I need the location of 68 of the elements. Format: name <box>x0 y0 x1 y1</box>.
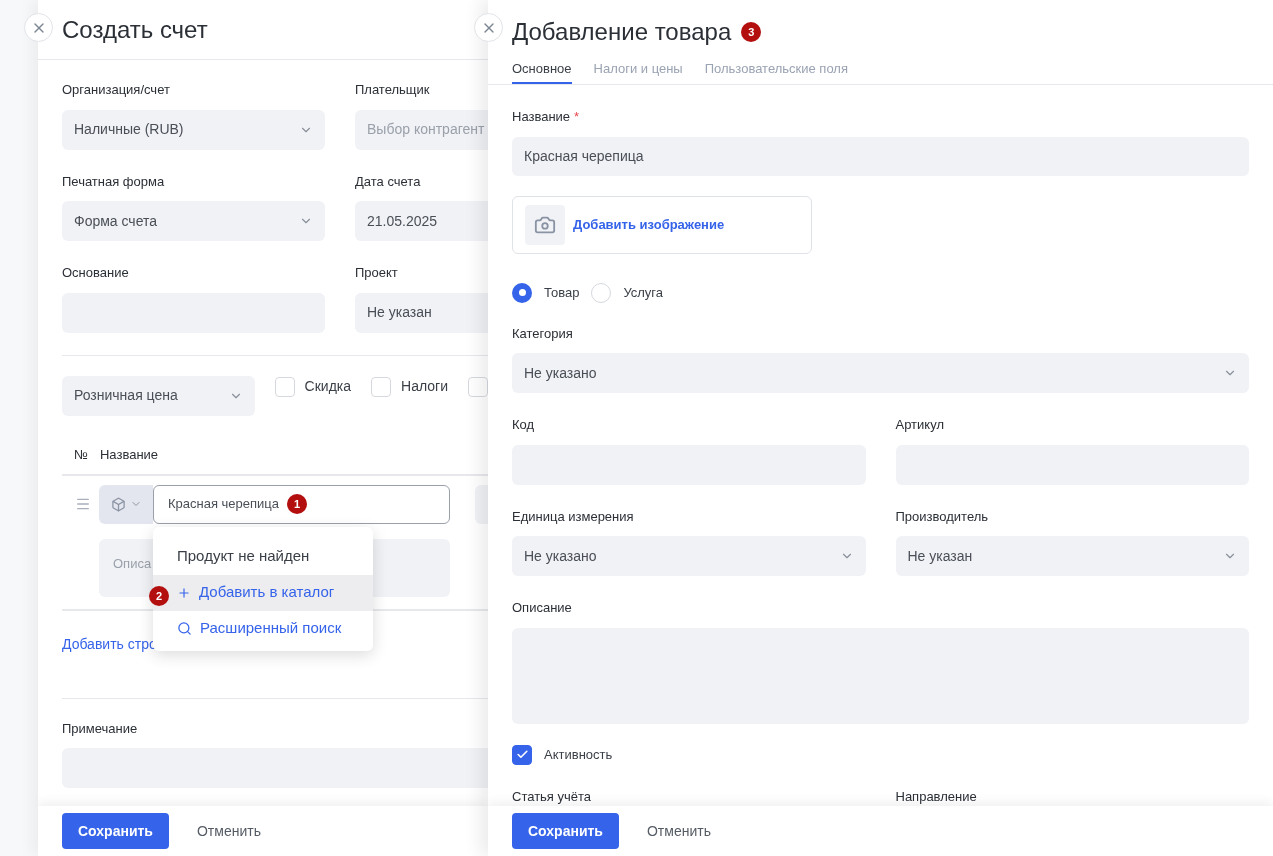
field-label: Описание <box>512 599 573 617</box>
field-label: Дата счета <box>355 172 422 191</box>
drag-handle-icon[interactable] <box>75 496 91 512</box>
field-value: Не указано <box>524 546 597 566</box>
field-label: Артикул <box>895 416 945 434</box>
menu-item[interactable]: Расширенный поиск <box>153 610 373 647</box>
field-label: Основание <box>62 264 130 282</box>
item-name-input[interactable]: Красная черепица 1 <box>153 484 450 524</box>
select-field[interactable]: Не указано <box>512 353 1249 393</box>
field-label: Единица измерения <box>512 507 635 526</box>
field-value: Не указан <box>367 303 432 322</box>
field-label: Статья учёта <box>512 787 593 806</box>
radio-button[interactable] <box>591 282 612 303</box>
radio-label: Товар <box>544 283 580 302</box>
radio-button[interactable] <box>512 282 532 303</box>
input-field[interactable]: Не указан <box>355 292 488 333</box>
field-placeholder: Описа <box>113 555 152 571</box>
field-label: Организация/счет <box>62 81 171 99</box>
tab[interactable]: Основное <box>512 56 572 84</box>
save-button[interactable]: Сохранить <box>62 813 169 849</box>
checkbox-label: Налоги <box>401 377 448 396</box>
cancel-button[interactable]: Отменить <box>184 813 273 849</box>
select-field[interactable]: Форма счета <box>62 201 325 241</box>
input-field[interactable]: Красная черепица <box>512 136 1249 176</box>
panel-title: Добавление товара <box>512 17 732 47</box>
field-value: Розничная цена <box>74 386 178 405</box>
select-field[interactable]: Не указан <box>895 536 1249 576</box>
field-label: Название <box>512 108 571 126</box>
item-type-select[interactable] <box>99 484 153 524</box>
checkbox[interactable] <box>512 744 532 765</box>
cube-icon <box>110 496 126 512</box>
field-label: Производитель <box>895 507 990 526</box>
field-value: Наличные (RUB) <box>74 120 184 139</box>
select-field[interactable]: Наличные (RUB) <box>62 109 325 150</box>
field-value: Красная черепица <box>168 495 280 514</box>
required-mark: * <box>574 108 580 126</box>
field-label: Направление <box>895 787 978 806</box>
check-icon <box>515 748 529 761</box>
input-field[interactable]: 21.05.2025 <box>355 201 488 241</box>
input-field[interactable] <box>62 748 488 788</box>
save-button[interactable]: Сохранить <box>512 813 619 849</box>
field-value: Форма счета <box>74 211 157 231</box>
checkbox-label: Активность <box>544 745 613 764</box>
field-value: Не указано <box>524 363 597 383</box>
field-label: Проект <box>355 264 399 282</box>
field-value: Не указан <box>907 546 973 566</box>
radio-label: Услуга <box>623 283 664 302</box>
column-header: Название <box>99 445 159 464</box>
step-marker: 3 <box>741 22 762 42</box>
checkbox-label: Скидка <box>304 377 352 396</box>
search-icon <box>177 621 192 636</box>
select-field[interactable]: Розничная цена <box>62 375 255 416</box>
field-label: Код <box>512 416 536 434</box>
panel-title: Создать счет <box>62 14 208 45</box>
empty-message: Продукт не найден <box>176 545 311 566</box>
field-label: Категория <box>512 324 574 343</box>
field-value: 21.05.2025 <box>367 211 438 231</box>
field-label: Примечание <box>62 719 139 738</box>
column-header: № <box>74 445 88 464</box>
plus-icon <box>177 585 191 600</box>
add-image-button[interactable]: Добавить изображение <box>512 195 812 254</box>
field-label: Печатная форма <box>62 172 166 191</box>
step-marker: 1 <box>287 494 308 514</box>
select-field[interactable]: Не указано <box>512 536 866 576</box>
field-placeholder: Выбор контрагент <box>367 120 485 139</box>
field-value: Красная черепица <box>524 146 644 166</box>
field-label: Плательщик <box>355 81 431 99</box>
cancel-button[interactable]: Отменить <box>634 813 723 849</box>
